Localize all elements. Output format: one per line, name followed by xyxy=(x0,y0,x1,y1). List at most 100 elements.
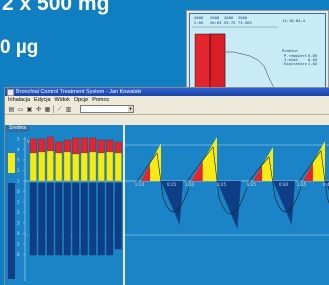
chart-icon[interactable]: ⟋ xyxy=(56,106,63,113)
left-y-tick-label: 4 xyxy=(17,147,20,152)
wave-time-label: 0:30 xyxy=(279,182,288,187)
title-bar[interactable]: Bronchial Control Treatment System - Jan… xyxy=(5,88,329,96)
wave-inspiration-yellow xyxy=(303,141,325,181)
left-bar-red xyxy=(63,139,71,153)
left-y-tick-label: 2 xyxy=(17,168,20,173)
left-y-tick-label: 0 xyxy=(17,189,20,194)
left-bar-yellow xyxy=(72,153,80,182)
wave-inspiration-red xyxy=(303,163,313,181)
menu-item-edycja[interactable]: Edycja xyxy=(34,96,51,104)
left-bar-red xyxy=(38,138,46,153)
left-bar-yellow xyxy=(63,151,71,182)
left-bar-red xyxy=(80,137,88,154)
wave-expiration-navy xyxy=(217,181,241,229)
left-bar-navy xyxy=(55,182,63,256)
window-title: Bronchial Control Treatment System - Jan… xyxy=(16,89,142,95)
left-y-tick-label: 3 xyxy=(17,158,20,163)
left-summary-bar-navy xyxy=(8,183,15,279)
inset-curve xyxy=(225,51,275,89)
background-dose-text: 2 x 500 mg xyxy=(2,0,110,15)
toolbar: ▤ ▭ ▣ ✣ ▦ ⟋ ▥ ▼ xyxy=(5,104,329,115)
app-icon xyxy=(7,88,14,96)
wave-inspiration-red xyxy=(253,165,262,181)
left-bar-navy xyxy=(106,182,114,256)
left-bar-red xyxy=(89,137,97,153)
waveform-chart: 0:14 0:15 0:20 0:25 0:25 0:30 0:35 0:40 xyxy=(125,137,329,236)
left-bar-yellow xyxy=(29,152,37,182)
left-bar-navy xyxy=(46,182,54,256)
inset-bar-right xyxy=(209,33,226,95)
left-bar-navy xyxy=(97,182,105,256)
left-bar-red xyxy=(106,139,114,153)
open-icon[interactable]: ▭ xyxy=(17,106,24,113)
left-bar-yellow xyxy=(80,152,88,182)
inset-sub-4: 73.563 xyxy=(238,20,252,25)
inset-value-3: 1.02 xyxy=(308,61,317,66)
left-y-tick-label: 5 xyxy=(17,137,20,142)
left-y-tick-label: 4 xyxy=(17,231,20,236)
left-summary-bar-yellow xyxy=(8,153,15,173)
left-bar-red xyxy=(29,138,37,154)
settings-icon[interactable]: ✣ xyxy=(35,106,42,113)
left-bar-navy xyxy=(89,182,97,256)
left-y-tick-label: 2 xyxy=(17,210,20,215)
left-bar-navy xyxy=(80,182,88,256)
wave-time-label: 0:20 xyxy=(185,182,194,187)
left-bar-yellow xyxy=(106,151,114,182)
left-bar-yellow xyxy=(114,152,122,182)
wave-expiration-navy xyxy=(273,181,295,225)
left-bar-chart: 543210123456VC xyxy=(8,136,123,281)
wave-time-label: 0:15 xyxy=(167,182,176,187)
left-y-tick-label: 1 xyxy=(17,200,20,205)
left-bar-red xyxy=(72,137,80,155)
save-icon[interactable]: ▣ xyxy=(26,106,33,113)
left-bar-panel: 5 4 3 2 1 0 1 2 3 4 5 6 VC Średnia xyxy=(5,125,125,285)
left-y-tick-label: 5 xyxy=(17,242,20,247)
left-bar-navy xyxy=(38,182,46,256)
menu-item-inhalacja[interactable]: Inhalacja xyxy=(8,96,30,104)
left-y-tick-label: 3 xyxy=(17,221,20,226)
left-bar-yellow xyxy=(38,151,46,182)
left-bar-navy xyxy=(63,182,71,256)
toolbar-separator xyxy=(53,105,54,113)
tab-srednia[interactable]: Średnia xyxy=(6,125,30,132)
inset-label-4: Expiratory xyxy=(284,61,308,66)
left-y-tick-label: 1 xyxy=(17,179,20,184)
wave-time-label: 0:40 xyxy=(323,182,329,187)
left-bar-yellow xyxy=(55,152,63,182)
left-bar-yellow xyxy=(46,150,54,182)
inset-sub-3: 93.75 xyxy=(224,20,235,25)
app-window: Bronchial Control Treatment System - Jan… xyxy=(4,87,329,285)
left-bar-red xyxy=(46,136,54,152)
toolbar-select[interactable]: ▼ xyxy=(80,105,134,113)
print-icon[interactable]: ▦ xyxy=(44,106,51,113)
wave-time-label: 0:25 xyxy=(247,182,256,187)
inset-sub-2: 20:63 xyxy=(210,20,221,25)
inset-sub-1: 2:05 xyxy=(194,20,203,25)
menu-item-pomoc[interactable]: Pomoc xyxy=(92,96,109,104)
new-icon[interactable]: ▤ xyxy=(8,106,15,113)
menu-item-widok[interactable]: Widok xyxy=(55,96,70,104)
left-bar-navy xyxy=(72,182,80,256)
menu-bar: Inhalacja Edycja Widok Opcje Pomoc xyxy=(5,96,329,104)
left-bar-yellow xyxy=(89,151,97,182)
left-bar-navy xyxy=(29,182,37,256)
chevron-down-icon[interactable]: ▼ xyxy=(128,106,133,112)
left-bar-red xyxy=(55,141,63,154)
export-icon[interactable]: ▥ xyxy=(65,106,72,113)
left-bar-yellow xyxy=(97,152,105,182)
menu-item-opcje[interactable]: Opcje xyxy=(74,96,88,104)
wave-expiration-navy xyxy=(161,181,183,225)
right-waveform-panel: 0:14 0:15 0:20 0:25 0:25 0:30 0:35 0:40 xyxy=(125,125,329,285)
left-y-tick-label: 6 xyxy=(17,252,20,257)
wave-time-label: 0:25 xyxy=(217,182,226,187)
wave-inspiration-red xyxy=(141,163,150,181)
left-bar-red xyxy=(114,141,122,154)
wave-time-label: 0:35 xyxy=(297,182,306,187)
wave-inspiration-red xyxy=(191,161,203,181)
wave-time-label: 0:14 xyxy=(135,182,144,187)
inset-timestamp: 11:18:04.4 xyxy=(282,18,306,23)
left-bar-navy xyxy=(114,182,122,250)
background-dose-text-2: 0 µg xyxy=(0,37,39,58)
left-bar-red xyxy=(97,139,105,154)
